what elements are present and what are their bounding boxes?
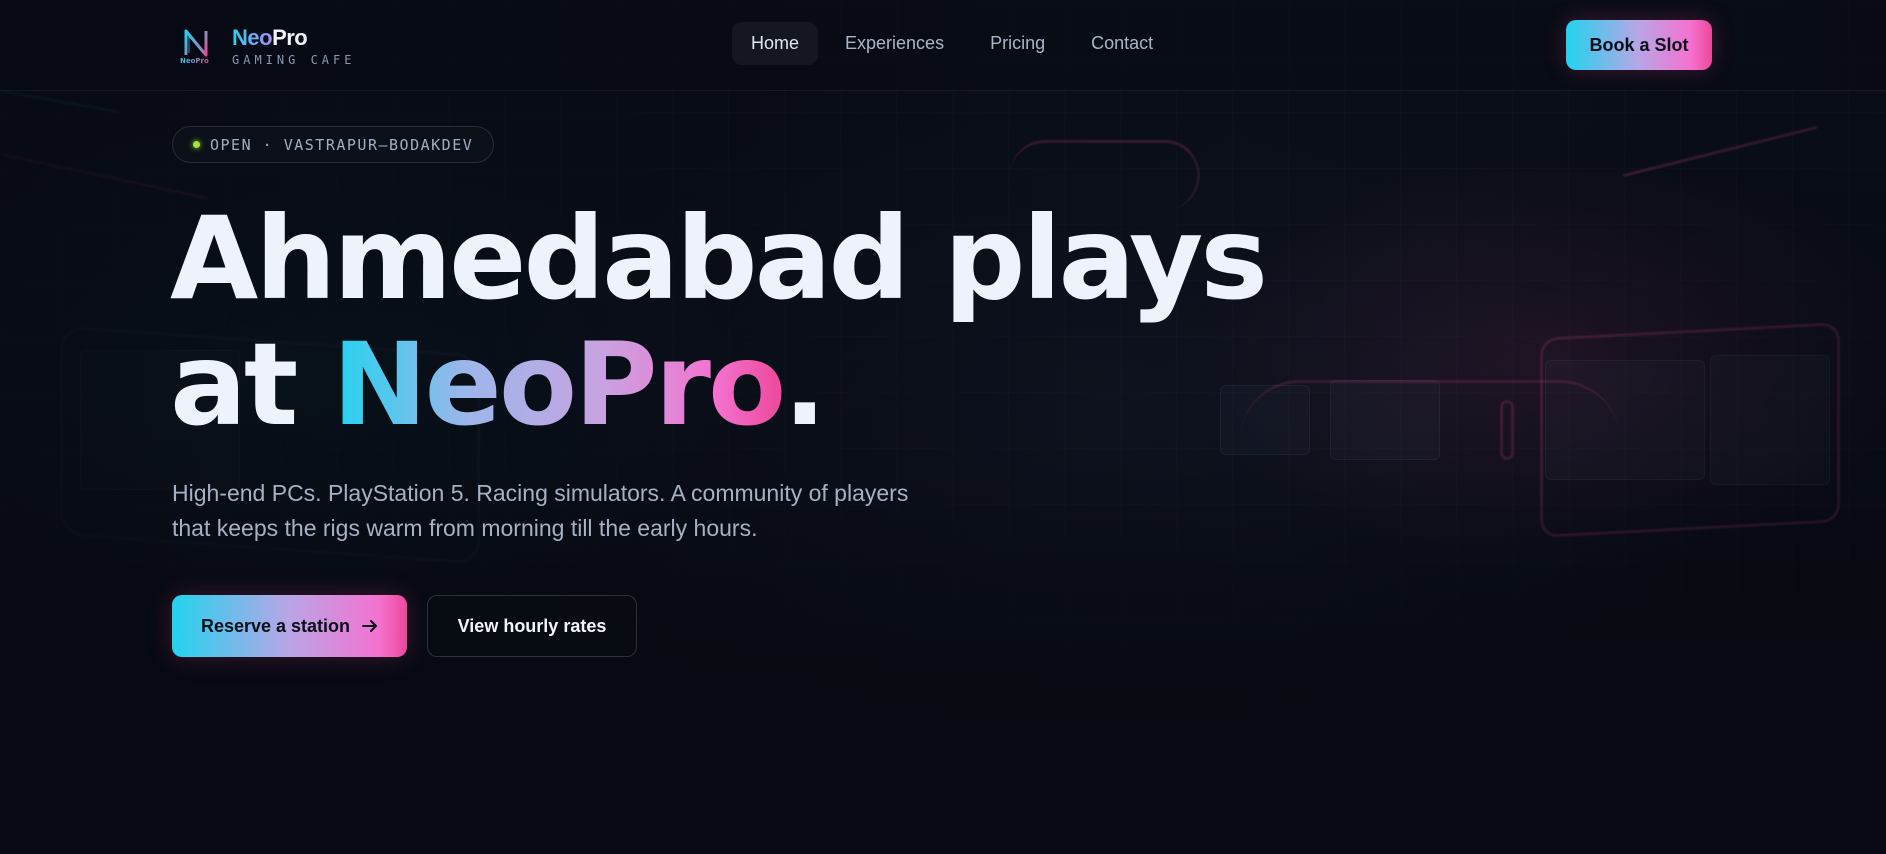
site-header: NeoPro NeoPro GAMING CAFE Home Experienc… xyxy=(0,0,1886,91)
logo-small-text: NeoPro xyxy=(180,56,209,65)
headline-brand: NeoPro xyxy=(332,318,786,451)
headline-line-1: Ahmedabad plays xyxy=(170,192,1268,325)
reserve-station-label: Reserve a station xyxy=(200,615,351,636)
main-nav: Home Experiences Pricing Contact xyxy=(732,22,1172,65)
brand-name: NeoPro xyxy=(232,26,355,50)
brand-name-pro: Pro xyxy=(272,25,308,50)
nav-link-experiences[interactable]: Experiences xyxy=(826,22,963,65)
view-hourly-rates-button[interactable]: View hourly rates xyxy=(427,595,637,657)
status-dot-icon xyxy=(193,141,200,148)
brand-logo[interactable]: NeoPro NeoPro GAMING CAFE xyxy=(180,26,356,68)
headline-suffix: . xyxy=(783,318,826,451)
hero-headline: Ahmedabad plays at NeoPro. xyxy=(170,196,1268,451)
brand-tagline: GAMING CAFE xyxy=(232,53,356,67)
nav-link-pricing[interactable]: Pricing xyxy=(971,22,1064,65)
brand-text: NeoPro GAMING CAFE xyxy=(232,26,356,68)
status-text: OPEN · VASTRAPUR–BODAKDEV xyxy=(210,135,474,154)
reserve-station-button[interactable]: Reserve a station xyxy=(172,595,407,657)
hero-description: High-end PCs. PlayStation 5. Racing simu… xyxy=(172,480,909,541)
status-badge: OPEN · VASTRAPUR–BODAKDEV xyxy=(172,126,495,163)
nav-link-home[interactable]: Home xyxy=(732,22,819,65)
arrow-right-icon xyxy=(362,620,378,632)
brand-name-neo: Neo xyxy=(232,25,273,50)
neopro-logo-icon: NeoPro xyxy=(180,27,216,67)
nav-link-contact[interactable]: Contact xyxy=(1072,22,1172,65)
book-slot-button[interactable]: Book a Slot xyxy=(1566,20,1712,70)
headline-line-2-prefix: at xyxy=(170,318,333,451)
